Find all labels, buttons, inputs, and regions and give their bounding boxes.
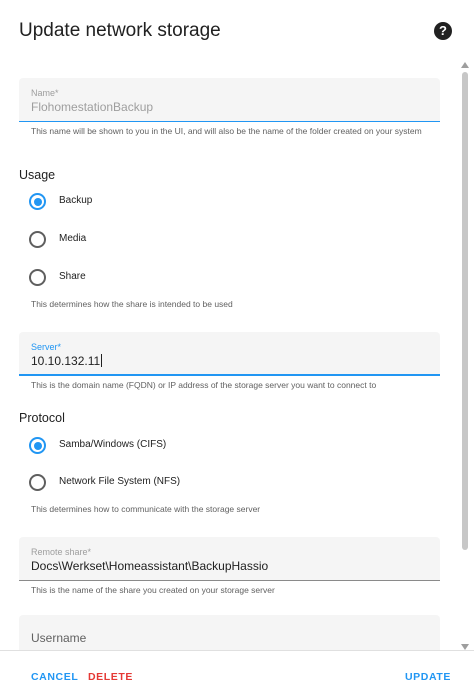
usage-heading: Usage [19,168,56,182]
username-field-label: Username [31,631,87,645]
server-field-text: 10.10.132.11 [31,354,101,368]
remote-share-field-underline [19,580,440,581]
scrollbar-thumb[interactable] [462,72,468,550]
username-field[interactable]: Username [19,615,440,650]
usage-option-label: Share [59,271,86,282]
cancel-button[interactable]: CANCEL [31,671,78,683]
radio-unchecked-icon[interactable] [29,231,46,248]
usage-helper: This determines how the share is intende… [31,299,233,309]
usage-option-label: Media [59,233,87,244]
delete-button[interactable]: DELETE [88,671,133,683]
server-field-underline [19,374,440,376]
name-field-label: Name* [31,88,59,98]
server-field-label: Server* [31,342,62,352]
radio-checked-icon[interactable] [29,193,46,210]
remote-share-field[interactable]: Remote share* Docs\Werkset\Homeassistant… [19,537,440,581]
remote-share-field-label: Remote share* [31,547,92,557]
protocol-option-label: Samba/Windows (CIFS) [59,439,167,450]
usage-option-label: Backup [59,195,93,206]
scrollbar[interactable] [460,62,470,650]
server-field-value[interactable]: 10.10.132.11 [31,354,103,368]
protocol-helper: This determines how to communicate with … [31,504,261,514]
remote-share-field-value[interactable]: Docs\Werkset\Homeassistant\BackupHassio [31,559,268,573]
name-field-value[interactable]: FlohomestationBackup [31,100,153,114]
dialog-content: Name* FlohomestationBackup This name wil… [0,62,474,650]
remote-share-helper: This is the name of the share you create… [31,585,275,595]
scroll-up-arrow-icon[interactable] [461,62,469,68]
name-field[interactable]: Name* FlohomestationBackup [19,78,440,122]
dialog-footer: CANCEL DELETE UPDATE [0,650,474,697]
server-field[interactable]: Server* 10.10.132.11 [19,332,440,376]
server-field-helper: This is the domain name (FQDN) or IP add… [31,380,377,390]
dialog-header: Update network storage ? [0,0,474,62]
radio-checked-icon[interactable] [29,437,46,454]
help-icon[interactable]: ? [434,22,452,40]
name-field-helper: This name will be shown to you in the UI… [31,126,422,136]
dialog-title: Update network storage [19,20,221,41]
radio-unchecked-icon[interactable] [29,269,46,286]
text-cursor [101,354,103,367]
network-storage-dialog: Update network storage ? Name* Flohomest… [0,0,474,697]
protocol-heading: Protocol [19,411,65,425]
name-field-underline [19,121,440,122]
protocol-option-label: Network File System (NFS) [59,476,181,487]
update-button[interactable]: UPDATE [405,671,451,683]
radio-unchecked-icon[interactable] [29,474,46,491]
